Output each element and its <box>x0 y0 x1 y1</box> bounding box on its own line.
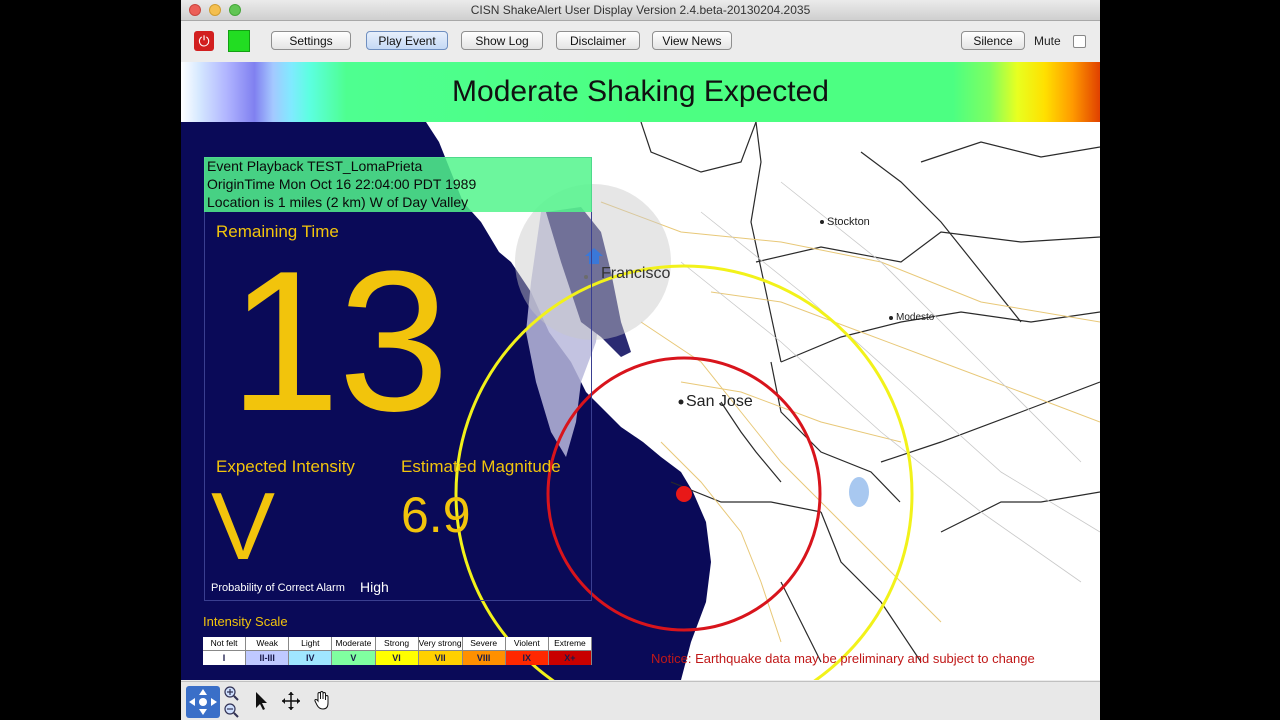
scale-level-name: Strong <box>375 637 418 651</box>
scale-level: Not felt I <box>203 637 247 665</box>
county-boundary <box>780 581 822 663</box>
scale-level-name: Light <box>289 637 332 651</box>
scale-level: Very strong VII <box>418 637 463 665</box>
toolbar: ⏻ Settings Play Event Show Log Disclaime… <box>181 21 1100 61</box>
probability-label: Probability of Correct Alarm <box>211 582 345 594</box>
scale-level-name: Very strong <box>418 637 462 651</box>
city-dot <box>678 399 684 405</box>
scale-level: Strong VI <box>375 637 419 665</box>
title-bar: CISN ShakeAlert User Display Version 2.4… <box>181 0 1100 21</box>
select-pointer-icon[interactable] <box>253 690 271 712</box>
scale-level: Severe VIII <box>462 637 506 665</box>
scale-level: Light IV <box>289 637 333 665</box>
estimated-magnitude-value: 6.9 <box>401 487 471 543</box>
alert-banner-text: Moderate Shaking Expected <box>452 75 829 108</box>
event-location: Location is 1 miles (2 km) W of Day Vall… <box>207 194 469 210</box>
scale-level: Weak II-III <box>246 637 290 665</box>
map-tools-bar <box>181 681 1100 720</box>
scale-level-name: Severe <box>462 637 505 651</box>
city-label-san-jose: San Jose <box>686 393 753 410</box>
fault-line <box>700 211 1100 533</box>
scale-level-roman: X+ <box>548 651 591 665</box>
show-log-button[interactable]: Show Log <box>461 31 543 50</box>
power-icon[interactable]: ⏻ <box>194 31 214 51</box>
county-boundary <box>640 121 757 173</box>
scale-level-roman: IV <box>289 651 332 665</box>
estimated-magnitude-label: Estimated Magnitude <box>401 457 561 476</box>
city-label-stockton: Stockton <box>827 216 870 228</box>
city-dot <box>889 316 893 320</box>
fault-line <box>680 261 1082 583</box>
county-boundary <box>940 491 1100 533</box>
scale-level-roman: VIII <box>462 651 505 665</box>
alert-banner: Moderate Shaking Expected <box>181 62 1100 122</box>
scale-level: Moderate V <box>332 637 376 665</box>
play-event-button[interactable]: Play Event <box>366 31 448 50</box>
scale-level-name: Violent <box>505 637 548 651</box>
city-dot <box>820 220 824 224</box>
scale-level-name: Extreme <box>548 637 591 651</box>
scale-level-roman: II-III <box>246 651 289 665</box>
window-title: CISN ShakeAlert User Display Version 2.4… <box>470 3 811 17</box>
intensity-scale-title: Intensity Scale <box>203 614 288 629</box>
county-boundary <box>920 141 1100 163</box>
scale-level-roman: VII <box>418 651 462 665</box>
app-window: CISN ShakeAlert User Display Version 2.4… <box>181 0 1100 720</box>
remaining-time-value: 13 <box>229 230 449 453</box>
scale-level-roman: I <box>203 651 246 665</box>
status-indicator <box>228 30 250 52</box>
move-crosshair-icon[interactable] <box>281 691 301 711</box>
scale-level-roman: VI <box>375 651 418 665</box>
hand-pan-icon[interactable] <box>313 690 331 712</box>
intensity-scale: Not felt I Weak II-III Light IV Moderate V S… <box>203 637 592 665</box>
county-boundary <box>860 151 1022 323</box>
city-label-san-francisco: Francisco <box>601 265 671 282</box>
event-origin-time: OriginTime Mon Oct 16 22:04:00 PDT 1989 <box>207 176 477 192</box>
view-news-button[interactable]: View News <box>652 31 732 50</box>
zoom-out-icon[interactable] <box>223 702 239 718</box>
mute-label: Mute <box>1034 34 1061 48</box>
zoom-in-icon[interactable] <box>223 685 239 701</box>
scale-level-roman: V <box>332 651 375 665</box>
disclaimer-notice: Notice: Earthquake data may be prelimina… <box>651 651 1035 666</box>
silence-button[interactable]: Silence <box>961 31 1025 50</box>
reservoir <box>849 477 869 507</box>
expected-intensity-value: V <box>211 473 276 580</box>
scale-level-roman: IX <box>505 651 548 665</box>
city-label-modesto: Modesto <box>896 312 935 323</box>
scale-level: Extreme X+ <box>548 637 592 665</box>
scale-level-name: Not felt <box>203 637 246 651</box>
county-boundary <box>720 401 782 483</box>
disclaimer-button[interactable]: Disclaimer <box>556 31 640 50</box>
map-view[interactable]: Stockton Modesto San Jose Francisco Mode… <box>181 62 1100 680</box>
settings-button[interactable]: Settings <box>271 31 351 50</box>
probability-value: High <box>360 579 389 595</box>
event-name: Event Playback TEST_LomaPrieta <box>207 158 423 174</box>
scale-level-name: Weak <box>246 637 289 651</box>
mute-checkbox[interactable] <box>1073 35 1086 48</box>
pan-navigator-icon[interactable] <box>186 686 220 718</box>
epicenter-marker <box>676 486 692 502</box>
scale-level-name: Moderate <box>332 637 375 651</box>
event-info-box: Event Playback TEST_LomaPrieta OriginTim… <box>204 157 592 212</box>
scale-level: Violent IX <box>505 637 549 665</box>
